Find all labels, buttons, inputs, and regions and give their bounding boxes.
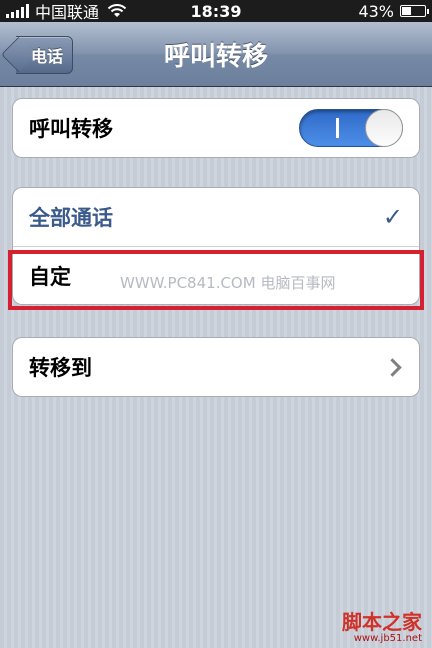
checkmark-icon: ✓	[382, 203, 403, 231]
site-watermark-brand: 脚本之家	[342, 610, 422, 634]
forward-to-row[interactable]: 转移到	[13, 338, 419, 396]
call-forwarding-label: 呼叫转移	[29, 117, 113, 141]
wifi-icon	[107, 4, 127, 17]
page-title: 呼叫转移	[163, 42, 268, 72]
carrier-name: 中国联通	[35, 3, 100, 22]
toggle-on-indicator-icon	[336, 118, 339, 138]
chevron-right-icon	[383, 357, 402, 377]
option-all-calls-label: 全部通话	[29, 206, 113, 230]
forward-to-label: 转移到	[29, 356, 92, 380]
call-forwarding-row: 呼叫转移	[13, 99, 419, 157]
site-watermark: 脚本之家 www.jb51.net	[342, 606, 422, 644]
battery-icon	[400, 5, 429, 17]
watermark-text: WWW.PC841.COM 电脑百事网	[120, 274, 336, 292]
forwarding-toggle-group: 呼叫转移	[12, 98, 420, 158]
toggle-knob[interactable]	[365, 109, 403, 147]
site-watermark-url: www.jb51.net	[353, 633, 422, 644]
navigation-bar: 电话 呼叫转移	[0, 22, 432, 87]
call-forwarding-toggle[interactable]	[299, 109, 403, 147]
back-button-label: 电话	[30, 47, 63, 66]
forward-to-group: 转移到	[12, 337, 420, 397]
battery-percentage: 43%	[358, 1, 394, 21]
option-all-calls[interactable]: 全部通话 ✓	[13, 188, 419, 246]
signal-strength-icon	[6, 4, 29, 18]
battery-level-fill	[402, 7, 412, 15]
settings-content: 呼叫转移 全部通话 ✓ 自定 转移到	[0, 87, 432, 648]
status-bar: 中国联通 18:39 43%	[0, 0, 432, 22]
